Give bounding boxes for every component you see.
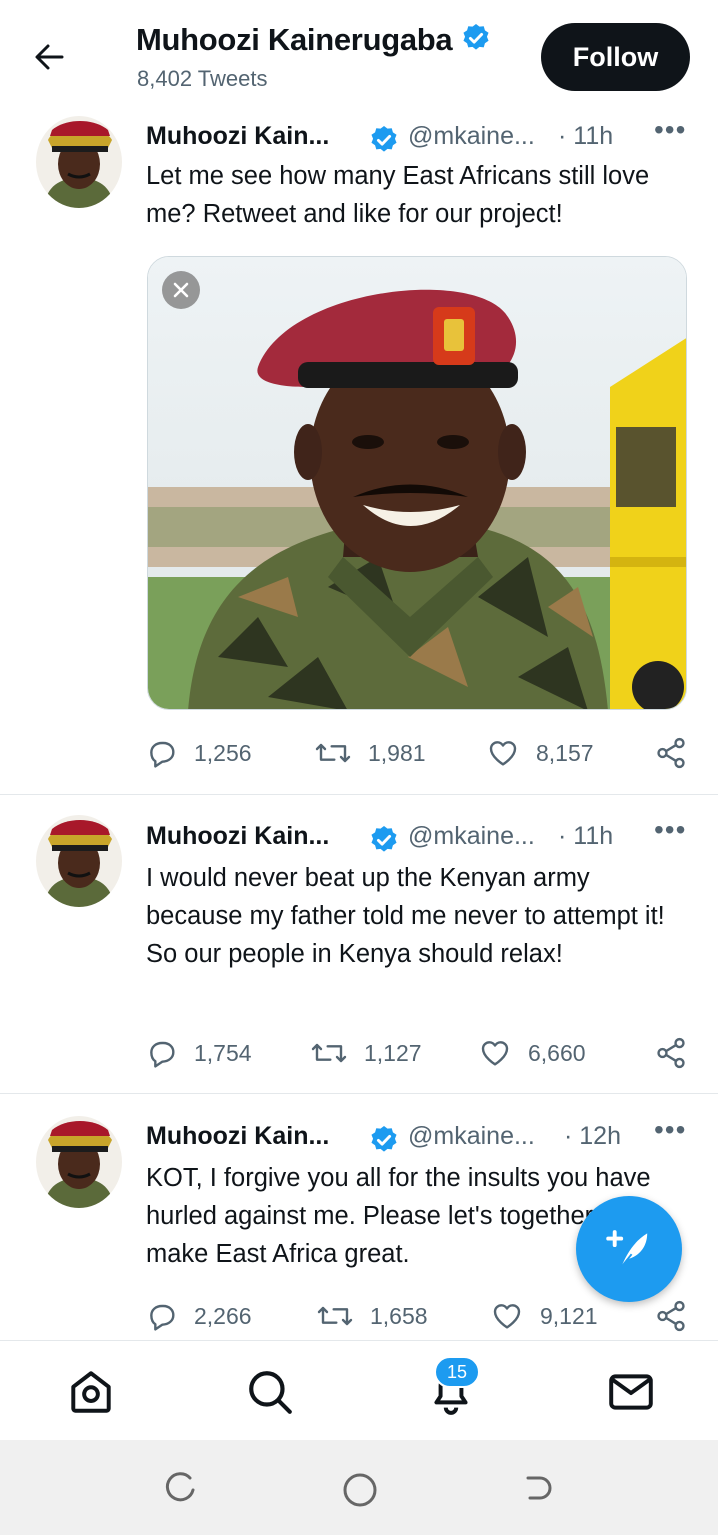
reply-button[interactable]: 2,266 — [146, 1296, 252, 1336]
recent-apps-icon[interactable] — [160, 1470, 200, 1510]
share-button[interactable] — [654, 733, 704, 773]
author-handle: @mkaine... — [408, 122, 535, 150]
close-icon[interactable] — [162, 271, 200, 309]
profile-name: Muhoozi Kainerugaba — [136, 22, 492, 62]
verified-badge-icon — [368, 124, 400, 161]
share-icon — [657, 737, 685, 769]
tweet-count: 8,402 Tweets — [137, 66, 268, 91]
feather-plus-icon — [606, 1230, 648, 1268]
system-navigation-bar — [0, 1440, 718, 1535]
more-options-icon[interactable]: ••• — [654, 114, 686, 146]
profile-header: Muhoozi Kainerugaba 8,402 Tweets Follow — [0, 0, 718, 108]
home-icon[interactable] — [66, 1367, 116, 1417]
tweet-time: · 11h — [558, 822, 614, 850]
reply-button[interactable]: 1,256 — [146, 733, 252, 773]
author-handle: @mkaine... — [408, 1122, 535, 1150]
like-button[interactable]: 9,121 — [490, 1296, 598, 1336]
tweet-time: · 11h — [558, 122, 614, 150]
messages-icon[interactable] — [606, 1367, 656, 1417]
more-options-icon[interactable]: ••• — [654, 814, 686, 846]
tweet-header: Muhoozi Kain... @mkaine... · 11h ••• — [146, 114, 691, 161]
share-icon — [657, 1037, 685, 1069]
verified-badge-icon — [368, 824, 400, 861]
like-button[interactable]: 6,660 — [478, 1033, 586, 1073]
like-button[interactable]: 8,157 — [486, 733, 594, 773]
heart-icon — [481, 1041, 509, 1066]
tweet-text: I would never beat up the Kenyan army be… — [146, 864, 665, 968]
retweet-icon — [311, 1043, 347, 1063]
search-icon[interactable] — [245, 1367, 295, 1417]
author-name[interactable]: Muhoozi Kain... — [146, 122, 329, 151]
tweet-header: Muhoozi Kain... @mkaine... · 12h ••• — [146, 1114, 691, 1161]
heart-icon — [493, 1304, 521, 1329]
verified-badge-icon — [368, 1124, 400, 1161]
reply-icon — [150, 741, 175, 768]
tweet-actions: 2,266 1,658 9,121 — [146, 1296, 691, 1336]
author-name[interactable]: Muhoozi Kain... — [146, 822, 329, 851]
heart-icon — [489, 741, 517, 766]
retweet-button[interactable]: 1,658 — [316, 1296, 428, 1336]
retweet-icon — [315, 743, 351, 763]
tweet-time: · 12h — [564, 1122, 621, 1150]
like-count: 6,660 — [528, 1039, 586, 1066]
tweet-actions: 1,754 1,127 6,660 — [146, 1033, 691, 1073]
author-handle: @mkaine... — [408, 822, 535, 850]
reply-icon — [150, 1041, 175, 1068]
share-icon — [657, 1300, 685, 1332]
follow-button[interactable]: Follow — [541, 23, 690, 91]
reply-icon — [150, 1304, 175, 1331]
like-count: 8,157 — [536, 739, 594, 766]
tweet-text: Let me see how many East Africans still … — [146, 162, 650, 228]
tweet-media-image[interactable] — [147, 256, 687, 710]
more-options-icon[interactable]: ••• — [654, 1114, 686, 1146]
reply-count: 1,256 — [194, 739, 252, 766]
tweet-actions: 1,256 1,981 8,157 — [146, 733, 691, 773]
verified-badge-icon — [460, 22, 492, 62]
tweet-header: Muhoozi Kain... @mkaine... · 11h ••• — [146, 814, 691, 861]
share-button[interactable] — [654, 1296, 704, 1336]
avatar[interactable] — [36, 815, 122, 907]
reply-button[interactable]: 1,754 — [146, 1033, 252, 1073]
share-button[interactable] — [654, 1033, 704, 1073]
notification-badge: 15 — [434, 1356, 480, 1388]
like-count: 9,121 — [540, 1302, 598, 1329]
home-button-icon[interactable] — [340, 1470, 380, 1510]
tweet[interactable]: Muhoozi Kain... @mkaine... · 11h ••• I w… — [0, 795, 718, 1094]
reply-count: 1,754 — [194, 1039, 252, 1066]
back-arrow-icon[interactable] — [28, 36, 70, 78]
retweet-count: 1,127 — [364, 1039, 422, 1066]
reply-count: 2,266 — [194, 1302, 252, 1329]
retweet-icon — [317, 1306, 353, 1326]
profile-name-text: Muhoozi Kainerugaba — [136, 22, 453, 57]
avatar[interactable] — [36, 1116, 122, 1208]
back-button-icon[interactable] — [518, 1470, 558, 1510]
retweet-button[interactable]: 1,127 — [310, 1033, 422, 1073]
avatar[interactable] — [36, 116, 122, 208]
compose-tweet-button[interactable] — [576, 1196, 682, 1302]
author-name[interactable]: Muhoozi Kain... — [146, 1122, 329, 1151]
retweet-button[interactable]: 1,981 — [314, 733, 426, 773]
retweet-count: 1,981 — [368, 739, 426, 766]
retweet-count: 1,658 — [370, 1302, 428, 1329]
bottom-navigation — [0, 1340, 718, 1440]
